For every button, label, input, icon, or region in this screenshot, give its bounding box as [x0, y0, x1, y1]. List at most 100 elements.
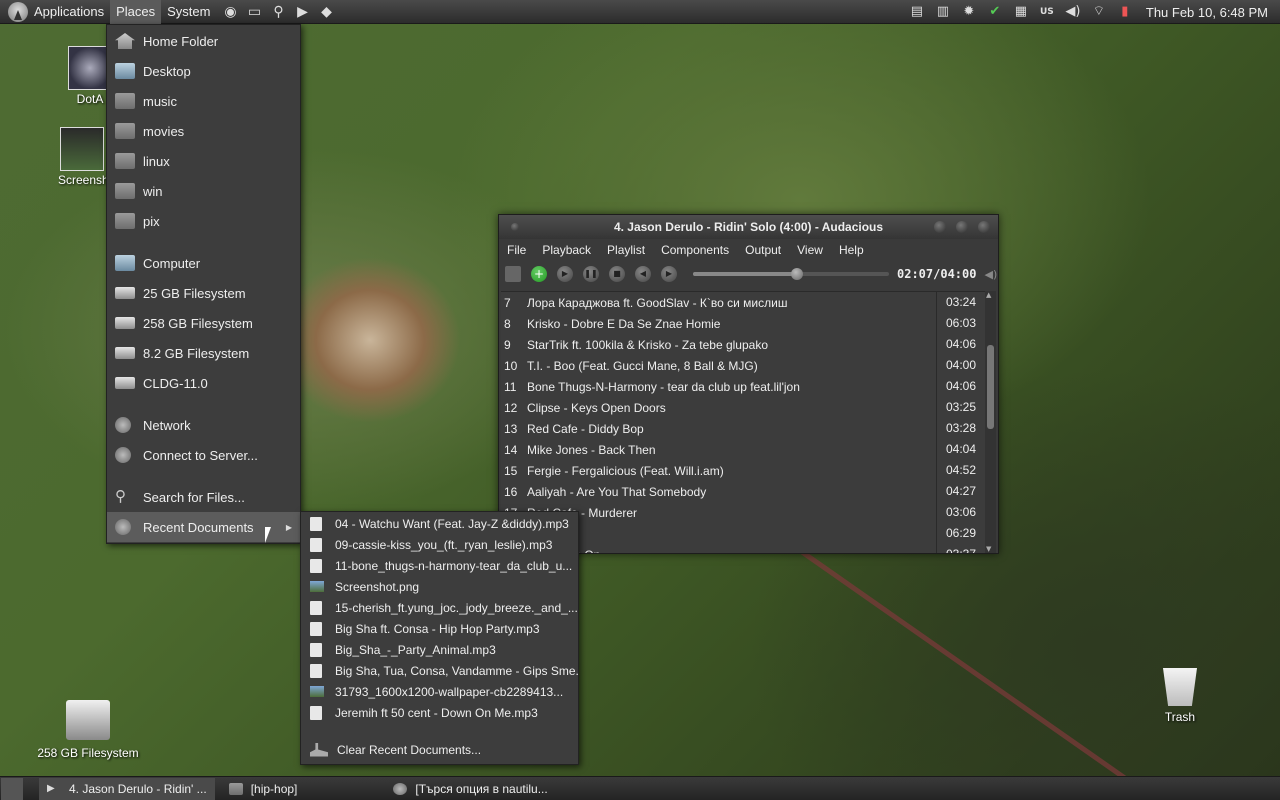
places-item-recent-documents[interactable]: Recent Documents ▶ — [107, 512, 300, 542]
window-menu-icon[interactable] — [511, 223, 519, 231]
places-item-network[interactable]: Network — [107, 410, 300, 440]
places-item-258gb[interactable]: 258 GB Filesystem — [107, 308, 300, 338]
playlist-row[interactable]: 15 Fergie - Fergalicious (Feat. Will.i.am… — [501, 460, 985, 481]
places-item-home[interactable]: Home Folder — [107, 26, 300, 56]
recent-item[interactable]: Big Sha ft. Consa - Hip Hop Party.mp3 — [301, 618, 578, 639]
seek-slider[interactable] — [693, 268, 889, 280]
places-item-win[interactable]: win — [107, 176, 300, 206]
network-monitor-icon[interactable]: ▥ — [932, 2, 954, 22]
places-item-computer[interactable]: Computer — [107, 248, 300, 278]
recent-item[interactable]: 15-cherish_ft.yung_joc._jody_breeze._and… — [301, 597, 578, 618]
menu-components[interactable]: Components — [653, 243, 737, 257]
monitor-applet-icon[interactable]: ▤ — [906, 2, 928, 22]
playlist-row[interactable]: 8 Krisko - Dobre E Da Se Znae Homie 06:03 — [501, 313, 985, 334]
stop-icon[interactable]: ■ — [609, 266, 625, 282]
media-player-launcher-icon[interactable]: ▶ — [292, 2, 312, 22]
audio-file-icon — [310, 663, 322, 678]
drive-icon — [115, 377, 135, 389]
places-item-cldg[interactable]: CLDG-11.0 — [107, 368, 300, 398]
terminal-launcher-icon[interactable]: ▭ — [244, 2, 264, 22]
audio-file-icon — [310, 621, 322, 636]
menu-playback[interactable]: Playback — [534, 243, 599, 257]
open-files-icon[interactable] — [505, 266, 521, 282]
recent-item[interactable]: Screenshot.png — [301, 576, 578, 597]
places-item-linux[interactable]: linux — [107, 146, 300, 176]
task-audacious[interactable]: ▶ 4. Jason Derulo - Ridin' ... — [39, 777, 215, 800]
recent-item[interactable]: 04 - Watchu Want (Feat. Jay-Z &diddy).mp… — [301, 513, 578, 534]
wifi-icon[interactable]: ⌔ — [1088, 2, 1110, 22]
volume-icon[interactable]: ◀) — [1062, 2, 1084, 22]
track-number: 7 — [504, 295, 511, 310]
system-tray: ▤ ▥ ✹ ✔ ▦ US ◀) ⌔ ▮ Thu Feb 10, 6:48 PM — [906, 0, 1280, 24]
close-icon[interactable] — [978, 221, 990, 233]
playlist-row[interactable]: 16 Aaliyah - Are You That Somebody 04:27 — [501, 481, 985, 502]
places-item-25gb[interactable]: 25 GB Filesystem — [107, 278, 300, 308]
desktop-icon-screenshot[interactable]: Screensh — [58, 127, 106, 187]
track-duration: 03:24 — [936, 292, 980, 313]
previous-icon[interactable]: ◀ — [635, 266, 651, 282]
recent-item[interactable]: 31793_1600x1200-wallpaper-cb2289413... — [301, 681, 578, 702]
playlist-row[interactable]: 10 T.I. - Boo (Feat. Gucci Mane, 8 Ball &… — [501, 355, 985, 376]
recent-item[interactable]: Big Sha, Tua, Consa, Vandamme - Gips Sme… — [301, 660, 578, 681]
maximize-icon[interactable] — [956, 221, 968, 233]
places-item-movies[interactable]: movies — [107, 116, 300, 146]
volume-icon[interactable]: ◀) — [984, 268, 997, 281]
places-item-search[interactable]: ⚲ Search for Files... — [107, 482, 300, 512]
menu-help[interactable]: Help — [831, 243, 872, 257]
clipboard-icon[interactable]: ▦ — [1010, 2, 1032, 22]
places-item-desktop[interactable]: Desktop — [107, 56, 300, 86]
add-files-icon[interactable]: + — [531, 266, 547, 282]
virtualbox-launcher-icon[interactable]: ◆ — [316, 2, 336, 22]
recent-item[interactable]: 11-bone_thugs-n-harmony-tear_da_club_u..… — [301, 555, 578, 576]
places-item-8gb[interactable]: 8.2 GB Filesystem — [107, 338, 300, 368]
places-menu-button[interactable]: Places — [110, 0, 162, 24]
minimize-icon[interactable] — [934, 221, 946, 233]
playlist-row[interactable]: 12 Clipse - Keys Open Doors 03:25 — [501, 397, 985, 418]
menu-output[interactable]: Output — [737, 243, 789, 257]
pause-icon[interactable]: ❚❚ — [583, 266, 599, 282]
recent-item[interactable]: Big_Sha_-_Party_Animal.mp3 — [301, 639, 578, 660]
places-item-music[interactable]: music — [107, 86, 300, 116]
playlist-scrollbar[interactable]: ▲ ▼ — [985, 291, 996, 553]
show-desktop-icon[interactable] — [1, 777, 23, 800]
play-icon[interactable]: ▶ — [557, 266, 573, 282]
recent-item[interactable]: Jeremih ft 50 cent - Down On Me.mp3 — [301, 702, 578, 723]
scroll-down-icon[interactable]: ▼ — [986, 545, 991, 553]
playlist-row[interactable]: 11 Bone Thugs-N-Harmony - tear da club up… — [501, 376, 985, 397]
keyboard-layout[interactable]: US — [1036, 2, 1058, 22]
desktop-icon-trash[interactable]: Trash — [1158, 668, 1202, 724]
next-icon[interactable]: ▶ — [661, 266, 677, 282]
track-number: 15 — [504, 463, 518, 478]
search-launcher-icon[interactable]: ⚲ — [268, 2, 288, 22]
scrollbar-thumb[interactable] — [987, 345, 994, 429]
update-check-icon[interactable]: ✔ — [984, 2, 1006, 22]
distro-logo-icon[interactable] — [8, 1, 28, 22]
playlist-row[interactable]: 7 Лора Караджова ft. GoodSlav - К`во си м… — [501, 292, 985, 313]
menu-file[interactable]: File — [499, 243, 534, 257]
audacious-titlebar[interactable]: 4. Jason Derulo - Ridin' Solo (4:00) - A… — [499, 215, 998, 239]
seek-handle[interactable] — [790, 268, 803, 280]
task-browser[interactable]: [Търся опция в nautilu... — [385, 778, 555, 800]
playlist-row[interactable]: 14 Mike Jones - Back Then 04:04 — [501, 439, 985, 460]
track-number: 14 — [504, 442, 518, 457]
playlist-row[interactable]: 9 StarTrik ft. 100kila & Krisko - Za tebe… — [501, 334, 985, 355]
system-menu[interactable]: System — [161, 0, 216, 24]
scroll-up-icon[interactable]: ▲ — [986, 291, 991, 299]
audio-file-icon — [310, 516, 322, 531]
panel-clock[interactable]: Thu Feb 10, 6:48 PM — [1140, 5, 1280, 20]
menu-playlist[interactable]: Playlist — [599, 243, 653, 257]
track-duration: 03:28 — [936, 418, 980, 439]
places-item-pix[interactable]: pix — [107, 206, 300, 236]
battery-icon[interactable]: ▮ — [1114, 2, 1136, 22]
playlist-row[interactable]: 13 Red Cafe - Diddy Bop 03:28 — [501, 418, 985, 439]
places-item-connect-server[interactable]: Connect to Server... — [107, 440, 300, 470]
clear-recent-documents[interactable]: Clear Recent Documents... — [301, 739, 578, 760]
recent-item[interactable]: 09-cassie-kiss_you_(ft._ryan_leslie).mp3 — [301, 534, 578, 555]
settings-applet-icon[interactable]: ✹ — [958, 2, 980, 22]
menu-view[interactable]: View — [789, 243, 831, 257]
desktop-icon-filesystem[interactable]: 258 GB Filesystem — [30, 700, 146, 760]
browser-launcher-icon[interactable]: ◉ — [220, 2, 240, 22]
task-hiphop-folder[interactable]: [hip-hop] — [221, 778, 306, 800]
top-panel: Applications Places System ◉ ▭ ⚲ ▶ ◆ ▤ ▥… — [0, 0, 1280, 24]
applications-menu[interactable]: Applications — [28, 0, 110, 24]
